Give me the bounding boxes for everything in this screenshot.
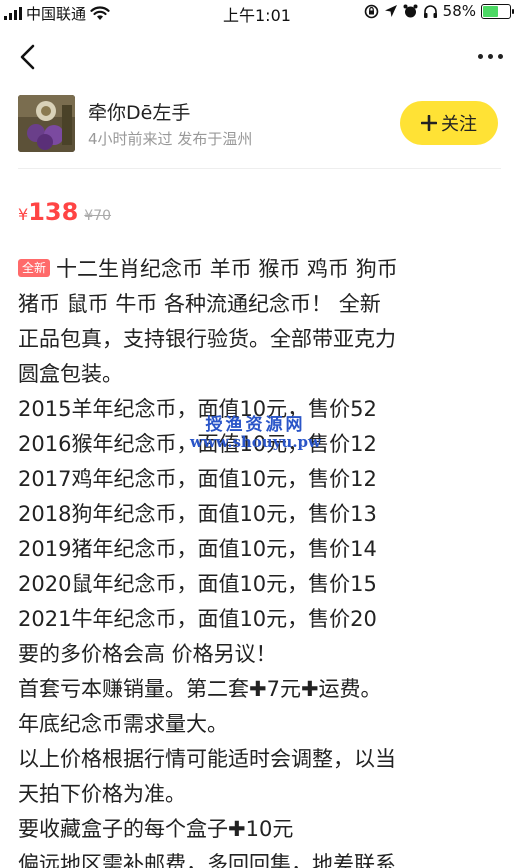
more-button[interactable] (478, 54, 503, 59)
headphones-icon (423, 4, 437, 18)
description-text: 偏远地区需补邮费，多回回集，地差联系 (18, 852, 396, 868)
new-badge: 全新 (18, 259, 51, 277)
description-text: 2015羊年纪念币，面值10元，售价52 (18, 397, 377, 421)
publish-location: 发布于温州 (177, 130, 253, 148)
back-button[interactable] (14, 42, 44, 72)
description-line: 圆盒包装。 (18, 357, 506, 392)
follow-label: 关注 (441, 114, 477, 135)
battery-fill (483, 5, 499, 17)
price-row: ¥138 ¥70 (18, 198, 111, 226)
location-icon (384, 5, 397, 17)
description-text: 天拍下价格为准。 (18, 782, 186, 806)
rotation-lock-icon (364, 4, 378, 18)
avatar-image (18, 95, 75, 152)
price-value: 138 (28, 198, 79, 226)
description-text: 首套亏本赚销量。第二套✚7元✚运费。 (18, 677, 382, 701)
avatar[interactable] (18, 95, 75, 152)
seller-name[interactable]: 牵你Dē左手 (88, 98, 190, 125)
alarm-icon (403, 4, 418, 17)
signal-icon (4, 7, 22, 20)
description-line: 要收藏盒子的每个盒子✚10元 (18, 812, 506, 847)
seller-meta: 4小时前来过 发布于温州 (88, 128, 252, 149)
plus-icon (421, 115, 437, 131)
description-text: 2019猪年纪念币，面值10元，售价14 (18, 537, 377, 561)
description-text: 2021牛年纪念币，面值10元，售价20 (18, 607, 377, 631)
description-line: 2015羊年纪念币，面值10元，售价52 (18, 392, 506, 427)
wifi-icon (90, 6, 110, 20)
last-visit: 4小时前来过 (88, 130, 173, 148)
status-right: 58% (364, 2, 514, 20)
description-line: 年底纪念币需求量大。 (18, 707, 506, 742)
description-line: 猪币 鼠币 牛币 各种流通纪念币！ 全新 (18, 287, 506, 322)
seller-header: 牵你Dē左手 4小时前来过 发布于温州 关注 (18, 95, 508, 155)
divider (18, 168, 501, 169)
description-line: 2019猪年纪念币，面值10元，售价14 (18, 532, 506, 567)
description-line: 偏远地区需补邮费，多回回集，地差联系 (18, 847, 506, 868)
current-price: ¥138 (18, 198, 78, 226)
battery-percent: 58% (442, 2, 476, 20)
item-description: 全新 十二生肖纪念币 羊币 猴币 鸡币 狗币猪币 鼠币 牛币 各种流通纪念币！ 全… (18, 252, 506, 868)
status-bar: 中国联通 上午1:01 58% (0, 0, 519, 25)
description-line: 2018狗年纪念币，面值10元，售价13 (18, 497, 506, 532)
description-line: 要的多价格会高 价格另议！ (18, 637, 506, 672)
description-text: 2018狗年纪念币，面值10元，售价13 (18, 502, 377, 526)
description-text: 要收藏盒子的每个盒子✚10元 (18, 817, 294, 841)
description-text: 2020鼠年纪念币，面值10元，售价15 (18, 572, 377, 596)
description-line: 全新 十二生肖纪念币 羊币 猴币 鸡币 狗币 (18, 252, 506, 287)
nav-bar (0, 36, 519, 80)
original-price: ¥70 (84, 208, 112, 224)
status-time: 上午1:01 (223, 6, 291, 25)
currency-symbol: ¥ (18, 205, 29, 224)
description-line: 2021牛年纪念币，面值10元，售价20 (18, 602, 506, 637)
description-text: 正品包真，支持银行验货。全部带亚克力 (18, 327, 396, 351)
description-line: 以上价格根据行情可能适时会调整，以当 (18, 742, 506, 777)
description-text: 要的多价格会高 价格另议！ (18, 642, 277, 666)
follow-button[interactable]: 关注 (400, 101, 498, 145)
description-text: 年底纪念币需求量大。 (18, 712, 228, 736)
battery-icon (481, 3, 514, 19)
description-text: 猪币 鼠币 牛币 各种流通纪念币！ 全新 (18, 292, 381, 316)
description-line: 天拍下价格为准。 (18, 777, 506, 812)
description-text: 2017鸡年纪念币，面值10元，售价12 (18, 467, 377, 491)
status-left: 中国联通 (4, 3, 110, 24)
more-dots-icon (478, 54, 483, 59)
description-text: 圆盒包装。 (18, 362, 123, 386)
carrier-label: 中国联通 (26, 5, 87, 23)
chevron-left-icon (20, 44, 35, 70)
description-text: 十二生肖纪念币 羊币 猴币 鸡币 狗币 (56, 257, 398, 281)
description-line: 2017鸡年纪念币，面值10元，售价12 (18, 462, 506, 497)
description-line: 首套亏本赚销量。第二套✚7元✚运费。 (18, 672, 506, 707)
description-line: 2020鼠年纪念币，面值10元，售价15 (18, 567, 506, 602)
description-text: 以上价格根据行情可能适时会调整，以当 (18, 747, 396, 771)
description-line: 2016猴年纪念币，面值10元，售价12 (18, 427, 506, 462)
description-line: 正品包真，支持银行验货。全部带亚克力 (18, 322, 506, 357)
description-text: 2016猴年纪念币，面值10元，售价12 (18, 432, 377, 456)
